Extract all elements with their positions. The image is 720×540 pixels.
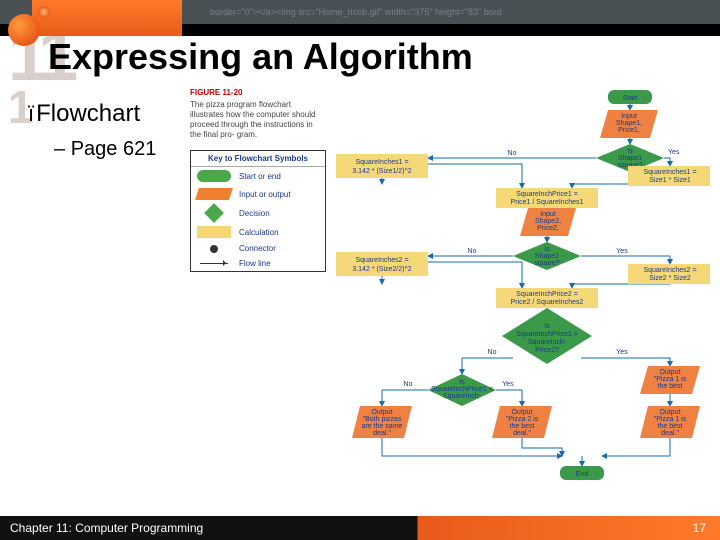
svg-text:Is: Is	[544, 246, 550, 253]
legend-label: Input or output	[239, 190, 291, 199]
svg-text:SquareInches2 =: SquareInches2 =	[643, 267, 696, 274]
svg-text:deal.": deal."	[513, 430, 531, 437]
svg-text:Size2 * Size2: Size2 * Size2	[649, 275, 691, 282]
legend-row-connector: Connector	[191, 241, 325, 256]
svg-text:3.142 * (Size1/2)^2: 3.142 * (Size1/2)^2	[352, 168, 411, 175]
svg-text:Shape2: Shape2	[535, 253, 559, 260]
svg-text:Shape2,: Shape2,	[535, 218, 561, 225]
svg-text:the best: the best	[510, 423, 535, 430]
svg-text:Price2?: Price2?	[535, 347, 559, 354]
svg-text:"Pizza 1 is: "Pizza 1 is	[654, 416, 687, 423]
svg-text:SquareInches1 =: SquareInches1 =	[643, 169, 696, 176]
svg-text:the best: the best	[658, 423, 683, 430]
figure-flowchart: FIGURE 11-20 The pizza program flowchart…	[190, 88, 710, 490]
svg-text:Output: Output	[511, 409, 532, 416]
svg-text:SquareInchPrice2 =: SquareInchPrice2 =	[516, 291, 578, 298]
figure-caption-line: The pizza program flowchart	[190, 100, 291, 109]
bullet-1-text: Flowchart	[36, 100, 140, 127]
svg-text:No: No	[468, 248, 477, 255]
svg-text:SquareInches1 =: SquareInches1 =	[355, 159, 408, 166]
svg-text:Yes: Yes	[668, 149, 680, 156]
rectangle-icon	[197, 226, 231, 238]
footer-chapter: Chapter 11: Computer Programming	[10, 516, 203, 540]
figure-caption-line: illustrates how the computer	[190, 110, 290, 119]
arrow-line-icon	[200, 263, 228, 264]
svg-text:deal.": deal."	[661, 430, 679, 437]
svg-text:No: No	[508, 150, 517, 157]
legend-row-io: Input or output	[191, 185, 325, 203]
footer-page-number: 17	[693, 516, 706, 540]
legend-label: Decision	[239, 209, 270, 218]
figure-number: FIGURE 11-20	[190, 88, 324, 98]
svg-text:Input: Input	[621, 113, 637, 120]
svg-text:SquareInchPrice1 =: SquareInchPrice1 =	[516, 191, 578, 198]
svg-text:Output: Output	[659, 409, 680, 416]
legend-row-decision: Decision	[191, 203, 325, 223]
legend-label: Start or end	[239, 172, 281, 181]
slide-footer: Chapter 11: Computer Programming 17	[0, 516, 720, 540]
bullet-list: ïFlowchart – Page 621	[28, 100, 156, 161]
svg-text:deal.": deal."	[373, 430, 391, 437]
legend-title: Key to Flowchart Symbols	[191, 151, 325, 167]
svg-text:Price2,: Price2,	[537, 225, 559, 232]
flowchart-legend: Key to Flowchart Symbols Start or end In…	[190, 150, 326, 272]
svg-text:Size1 * Size1: Size1 * Size1	[649, 177, 691, 184]
flow-end: End	[576, 471, 589, 478]
bullet-level-2: – Page 621	[54, 138, 156, 161]
svg-text:Is: Is	[459, 379, 465, 386]
header-orange-block	[32, 0, 182, 36]
svg-text:SquareInch-: SquareInch-	[443, 393, 482, 400]
diamond-icon	[204, 203, 224, 223]
legend-label: Calculation	[239, 228, 279, 237]
svg-text:are the same: are the same	[362, 423, 403, 430]
svg-text:Shape1: Shape1	[618, 155, 642, 162]
svg-text:Yes: Yes	[616, 349, 628, 356]
svg-text:"Both pizzas: "Both pizzas	[363, 416, 402, 423]
circle-icon	[210, 245, 218, 253]
legend-row-start: Start or end	[191, 167, 325, 185]
header-orange-dot	[8, 14, 40, 46]
bullet-level-1: ïFlowchart	[28, 100, 156, 128]
svg-text:"Pizza 2 is: "Pizza 2 is	[506, 416, 539, 423]
flowchart-svg: Start Input Shape1, Price1, Is Shape1 sq…	[332, 88, 710, 490]
bullet-arrow-icon: ï	[28, 101, 34, 126]
figure-caption: FIGURE 11-20 The pizza program flowchart…	[190, 88, 324, 140]
bullet-2-text: Page 621	[71, 138, 157, 160]
svg-text:Price1 / SquareInches1: Price1 / SquareInches1	[511, 199, 584, 206]
svg-text:SquareInchPrice1 <: SquareInchPrice1 <	[431, 386, 493, 393]
svg-text:Input: Input	[540, 211, 556, 218]
svg-text:SquareInch-: SquareInch-	[528, 339, 567, 346]
svg-text:Output: Output	[659, 369, 680, 376]
legend-label: Connector	[239, 244, 276, 253]
svg-text:No: No	[404, 381, 413, 388]
parallelogram-icon	[195, 188, 233, 200]
svg-text:Price2 / SquareInches2: Price2 / SquareInches2	[511, 299, 584, 306]
rounded-rect-icon	[197, 170, 231, 182]
svg-text:Output: Output	[371, 409, 392, 416]
svg-text:Is: Is	[627, 148, 633, 155]
svg-text:No: No	[488, 349, 497, 356]
svg-text:Yes: Yes	[616, 248, 628, 255]
flow-start: Start	[623, 95, 638, 102]
svg-text:square?: square?	[534, 260, 559, 267]
legend-label: Flow line	[239, 259, 271, 268]
figure-caption-line: gram.	[237, 130, 257, 139]
svg-text:SquareInches2 =: SquareInches2 =	[355, 257, 408, 264]
legend-row-flowline: Flow line	[191, 256, 325, 271]
svg-text:the best: the best	[658, 383, 683, 390]
svg-text:"Pizza 1 is: "Pizza 1 is	[654, 376, 687, 383]
svg-text:Yes: Yes	[502, 381, 514, 388]
legend-row-calc: Calculation	[191, 223, 325, 241]
svg-text:3.142 * (Size2/2)^2: 3.142 * (Size2/2)^2	[352, 266, 411, 273]
bullet-dash: –	[54, 138, 65, 160]
svg-text:Is: Is	[544, 323, 550, 330]
svg-text:Shape1,: Shape1,	[616, 120, 642, 127]
slide-title: Expressing an Algorithm	[48, 36, 473, 78]
chapter-number-watermark-b: 1	[8, 80, 30, 134]
svg-text:Price1,: Price1,	[618, 127, 640, 134]
svg-text:SquareInchPrice1 =: SquareInchPrice1 =	[516, 331, 578, 338]
